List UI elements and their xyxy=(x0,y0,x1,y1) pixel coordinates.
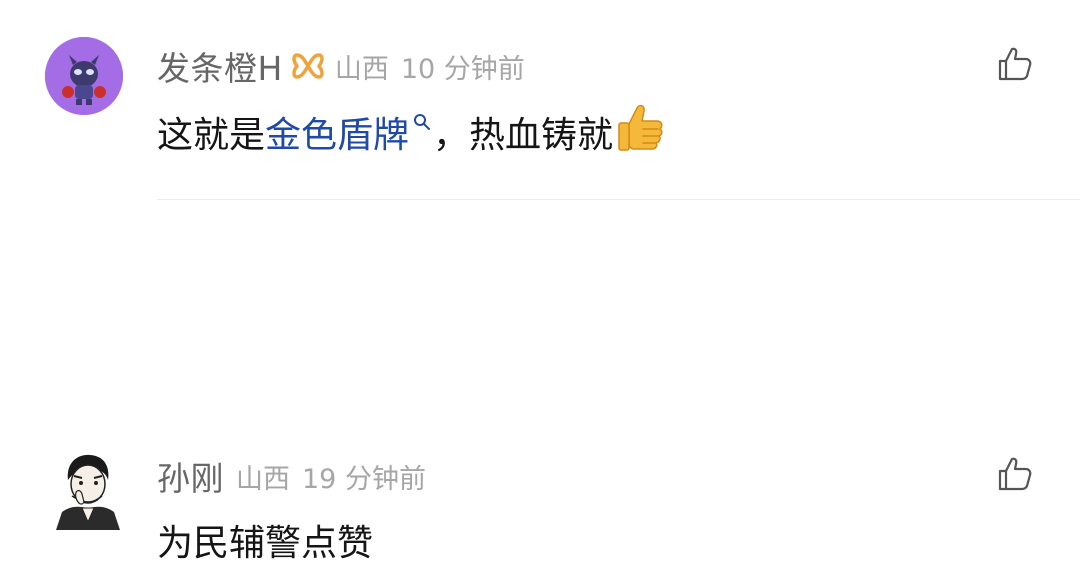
username[interactable]: 发条橙H xyxy=(157,42,283,90)
cartoon-person-avatar-icon xyxy=(52,450,124,530)
search-icon[interactable] xyxy=(413,113,431,131)
comment-meta: 发条橙H 山西 10 分钟前 xyxy=(157,44,525,88)
location: 山西 xyxy=(334,53,389,85)
vip-badge-icon xyxy=(291,51,325,81)
avatar[interactable] xyxy=(52,450,124,530)
thumbs-up-outline-icon xyxy=(998,47,1032,81)
timestamp: 19 分钟前 xyxy=(302,463,426,495)
comment-meta: 孙刚 山西 19 分钟前 xyxy=(157,454,426,498)
comment-text: 这就是 金色盾牌 ，热血铸就 xyxy=(157,104,665,160)
comment-text-before: 这就是 xyxy=(157,115,266,156)
comment-item: 孙刚 山西 19 分钟前 为民辅警点赞 xyxy=(0,200,1080,564)
location: 山西 xyxy=(236,463,290,495)
username[interactable]: 孙刚 xyxy=(157,452,224,500)
comment-item: 发条橙H 山西 10 分钟前 这就是 金色盾牌 ，热血铸就 xyxy=(0,0,1080,200)
like-button[interactable] xyxy=(996,456,1032,492)
comment-text-after: ，热血铸就 xyxy=(433,115,614,156)
comment-text-body: 为民辅警点赞 xyxy=(157,523,374,564)
avatar[interactable] xyxy=(45,37,123,115)
topic-link[interactable]: 金色盾牌 xyxy=(265,106,409,158)
timestamp: 10 分钟前 xyxy=(400,53,525,85)
robot-avatar-icon xyxy=(45,37,123,115)
thumbs-up-outline-icon xyxy=(998,457,1032,491)
comment-text: 为民辅警点赞 xyxy=(157,512,373,568)
thumbs-up-emoji-icon xyxy=(615,102,665,154)
like-button[interactable] xyxy=(996,46,1032,82)
